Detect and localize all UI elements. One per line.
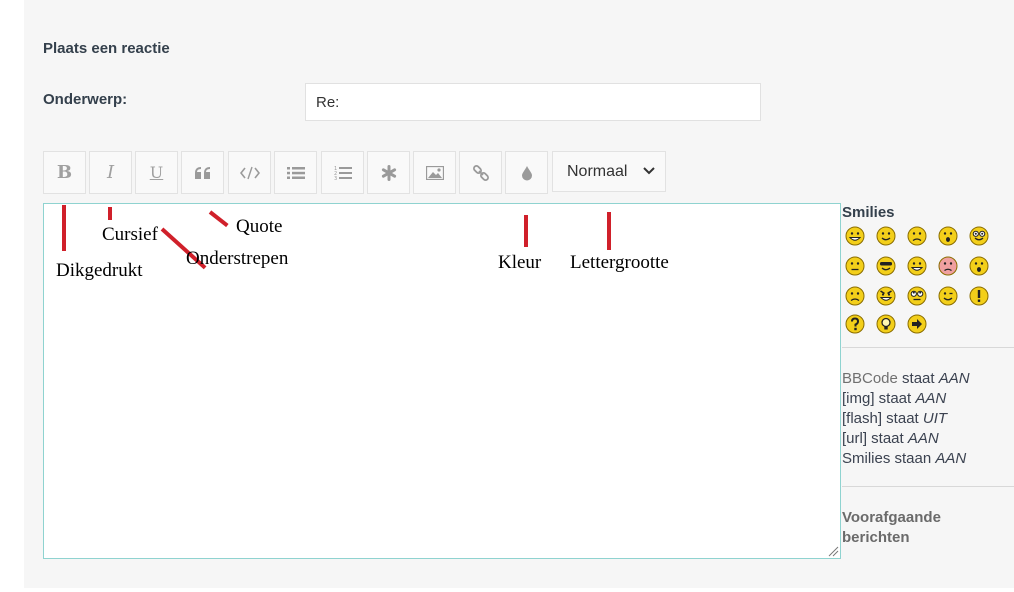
code-icon [239, 166, 260, 179]
smilies-status-text: Smilies staan [842, 450, 936, 467]
image-button[interactable] [413, 151, 456, 194]
img-state: AAN [915, 390, 947, 407]
surprised-smiley-icon[interactable] [938, 226, 958, 246]
smilies-title: Smilies [842, 204, 895, 221]
sidebar-divider [842, 347, 1014, 348]
question-smiley-icon[interactable] [845, 314, 865, 334]
img-line: [img] staat AAN [842, 389, 970, 409]
link-icon [472, 164, 489, 181]
droplet-icon [521, 165, 532, 180]
bold-glyph: B [56, 162, 73, 183]
shocked-smiley-icon[interactable] [969, 256, 989, 276]
sad-smiley-icon[interactable] [907, 226, 927, 246]
rolleyes-smiley-icon[interactable] [907, 286, 927, 306]
bbcode-line: BBCode staat AAN [842, 369, 970, 389]
cool-smiley-icon[interactable] [876, 256, 896, 276]
annotation-line-cursief [108, 207, 112, 220]
italic-glyph: I [106, 162, 115, 183]
bbcode-status: BBCode staat AAN [img] staat AAN [flash]… [842, 369, 970, 469]
url-state: AAN [907, 430, 939, 447]
flash-text: [flash] staat [842, 410, 923, 427]
url-line: [url] staat AAN [842, 429, 970, 449]
url-text: [url] staat [842, 430, 908, 447]
subject-input[interactable] [305, 83, 761, 121]
italic-button[interactable]: I [89, 151, 132, 194]
neutral-smiley-icon[interactable] [845, 256, 865, 276]
underline-button[interactable]: U [135, 151, 178, 194]
bbcode-text: staat [897, 370, 939, 387]
arrow-smiley-icon[interactable] [907, 314, 927, 334]
image-icon [425, 165, 444, 180]
idea-smiley-icon[interactable] [876, 314, 896, 334]
annotation-quote: Quote [236, 216, 283, 237]
quote-button[interactable] [181, 151, 224, 194]
underline-glyph: U [149, 163, 164, 182]
color-button[interactable] [505, 151, 548, 194]
angry-smiley-icon[interactable] [938, 256, 958, 276]
grin-smiley-icon[interactable] [845, 226, 865, 246]
message-textarea[interactable] [43, 203, 841, 559]
evil-smiley-icon[interactable] [876, 286, 896, 306]
bold-button[interactable]: B [43, 151, 86, 194]
annotation-line-kleur [524, 215, 528, 247]
flash-state: UIT [922, 410, 948, 427]
link-button[interactable] [459, 151, 502, 194]
smilies-grid [845, 226, 1014, 334]
smilies-status-state: AAN [935, 450, 967, 467]
annotation-onderstrepen: Onderstrepen [186, 248, 289, 269]
previous-posts-link[interactable]: Voorafgaande berichten [842, 508, 1007, 548]
list-item-button[interactable] [367, 151, 410, 194]
page-title: Plaats een reactie [43, 40, 170, 57]
annotation-kleur: Kleur [498, 252, 542, 273]
ordered-list-button[interactable]: 1 2 3 [321, 151, 364, 194]
chevron-down-icon [643, 167, 655, 175]
annotation-lettergrootte: Lettergrootte [570, 252, 669, 273]
subject-label: Onderwerp: [43, 91, 128, 108]
img-text: [img] staat [842, 390, 916, 407]
code-button[interactable] [228, 151, 271, 194]
bbcode-state: AAN [938, 370, 970, 387]
geek-smiley-icon[interactable] [969, 226, 989, 246]
svg-text:3: 3 [334, 176, 337, 181]
list-button[interactable] [274, 151, 317, 194]
asterisk-icon [381, 164, 396, 181]
resize-grip-icon[interactable] [827, 545, 839, 557]
flash-line: [flash] staat UIT [842, 409, 970, 429]
annotation-line-dikgedrukt [62, 205, 66, 251]
bbcode-link[interactable]: BBCode [842, 370, 898, 387]
confused-smiley-icon[interactable] [845, 286, 865, 306]
annotation-line-lettergrootte [607, 212, 611, 250]
smilies-status-line: Smilies staan AAN [842, 449, 970, 469]
exclaim-smiley-icon[interactable] [969, 286, 989, 306]
annotation-dikgedrukt: Dikgedrukt [56, 260, 143, 281]
ordered-list-icon: 1 2 3 [334, 166, 352, 181]
sidebar-divider-2 [842, 486, 1014, 487]
quote-icon [194, 166, 210, 179]
wink-smiley-icon[interactable] [938, 286, 958, 306]
annotation-cursief: Cursief [102, 224, 158, 245]
laugh-smiley-icon[interactable] [907, 256, 927, 276]
font-size-value: Normaal [567, 162, 628, 180]
list-icon [286, 166, 305, 179]
font-size-select[interactable]: Normaal [552, 151, 666, 192]
smile-smiley-icon[interactable] [876, 226, 896, 246]
